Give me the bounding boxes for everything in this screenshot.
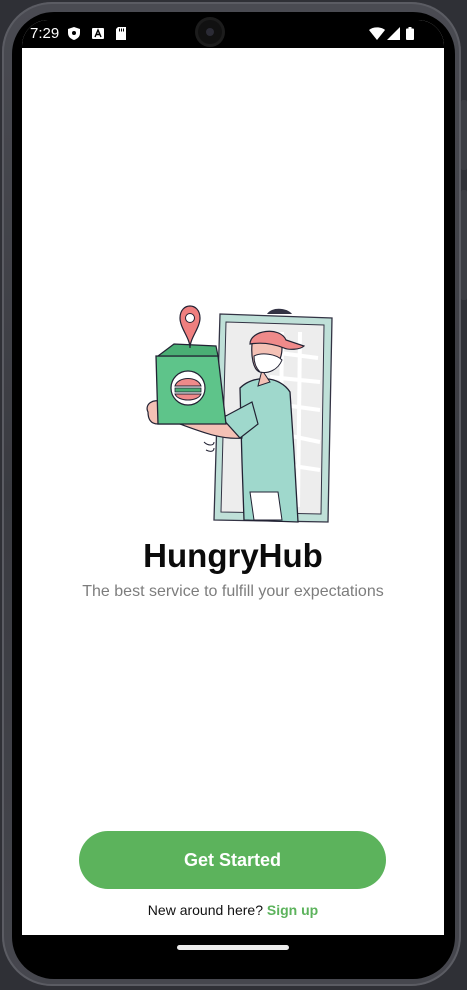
volume-button bbox=[461, 190, 467, 300]
status-bar: 7:29 bbox=[22, 20, 444, 48]
navigation-bar bbox=[22, 935, 444, 961]
battery-icon bbox=[406, 27, 414, 40]
delivery-illustration bbox=[146, 305, 333, 523]
shield-icon bbox=[68, 27, 80, 40]
a-icon bbox=[92, 28, 104, 39]
status-time: 7:29 bbox=[30, 25, 60, 42]
home-gesture-handle[interactable] bbox=[177, 945, 289, 950]
app-subtitle: The best service to fulfill your expecta… bbox=[82, 583, 384, 600]
signup-row: New around here? Sign up bbox=[22, 902, 444, 918]
location-pin-icon bbox=[179, 305, 201, 349]
get-started-button[interactable]: Get Started bbox=[79, 831, 386, 889]
sign-up-link[interactable]: Sign up bbox=[267, 902, 318, 918]
app-title: HungryHub bbox=[143, 537, 323, 574]
power-button bbox=[461, 100, 467, 170]
wifi-icon bbox=[369, 27, 385, 40]
app-screen: 7:29 HungryHub The best service to fulfi… bbox=[22, 20, 444, 935]
phone-device: 7:29 HungryHub The best service to fulfi… bbox=[0, 0, 467, 990]
cell-signal-icon bbox=[387, 27, 400, 40]
sd-card-icon bbox=[116, 27, 126, 40]
signup-prompt: New around here? bbox=[147, 902, 263, 918]
front-camera bbox=[198, 20, 222, 44]
